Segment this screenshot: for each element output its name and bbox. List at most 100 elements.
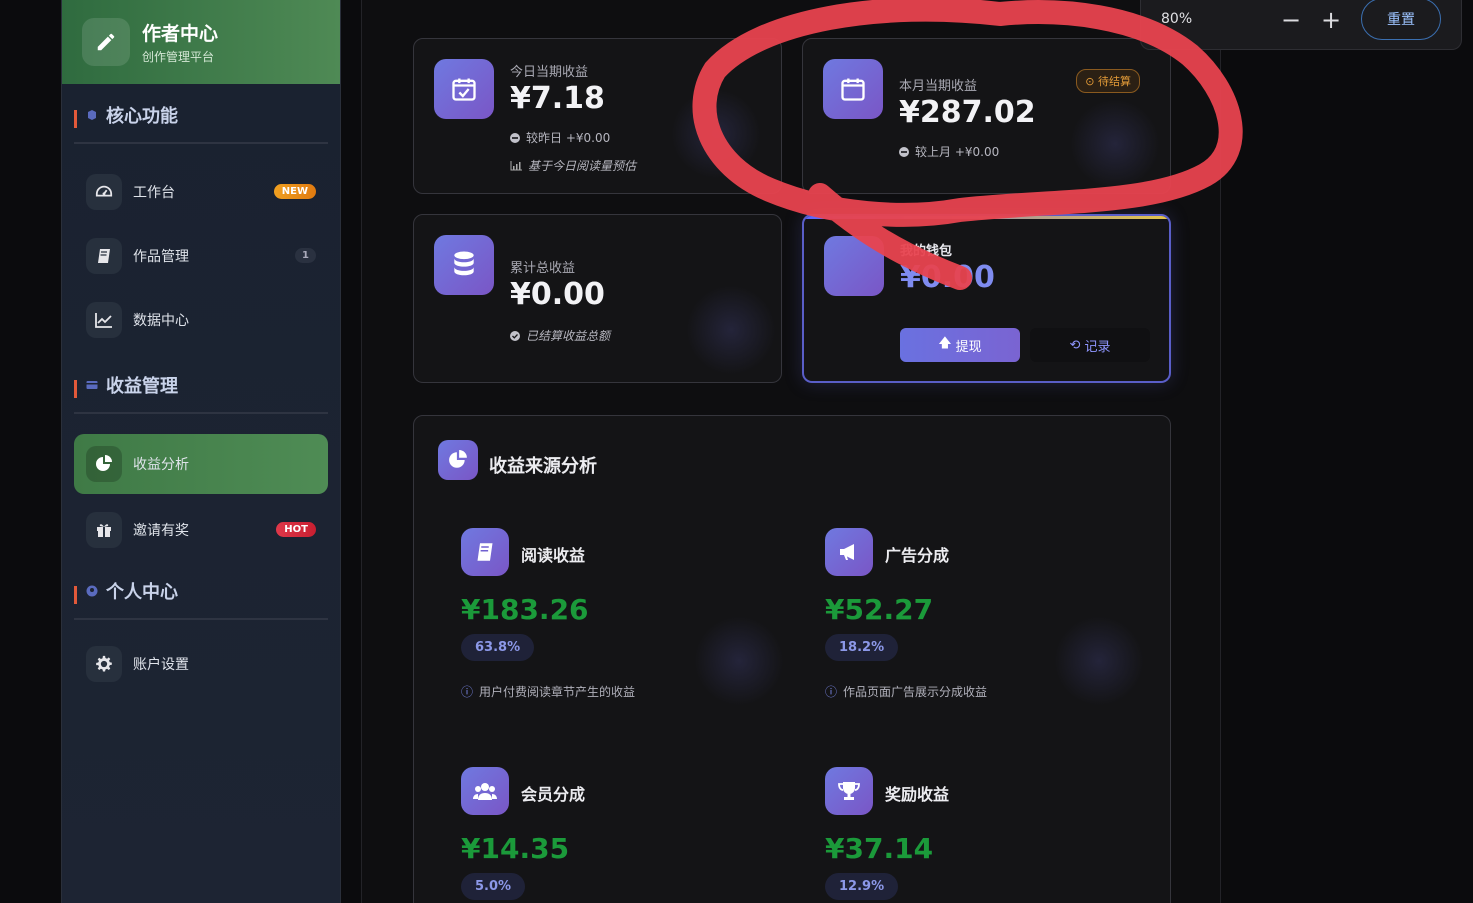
sidebar-item-invite[interactable]: 邀请有奖 HOT — [74, 502, 328, 558]
total-note: 已结算收益总额 — [510, 327, 610, 344]
book-icon — [86, 238, 122, 274]
source-percent: 5.0% — [461, 873, 526, 900]
sidebar-item-label: 账户设置 — [133, 657, 189, 673]
history-icon: ⟲ — [1069, 337, 1081, 353]
source-desc-text: 用户付费阅读章节产生的收益 — [479, 685, 636, 699]
calendar-icon — [823, 59, 883, 119]
reset-button[interactable]: 重置 — [1361, 0, 1441, 40]
source-name: 奖励收益 — [885, 785, 950, 804]
total-label: 累计总收益 — [510, 261, 576, 276]
sidebar-item-label: 工作台 — [133, 185, 175, 201]
wallet-value: ¥0.00 — [900, 260, 995, 295]
wallet-card: 我的钱包 ¥0.00 🡅 提现 ⟲ 记录 — [802, 214, 1171, 383]
source-name: 会员分成 — [521, 785, 586, 804]
today-label: 今日当期收益 — [510, 65, 589, 80]
month-value: ¥287.02 — [899, 95, 1036, 130]
source-name: 广告分成 — [885, 546, 950, 565]
pending-text: 待结算 — [1098, 75, 1131, 88]
gift-icon — [86, 512, 122, 548]
bar-chart-icon — [510, 160, 522, 170]
source-percent: 63.8% — [461, 634, 535, 661]
section-bar — [74, 380, 77, 398]
sidebar-item-data[interactable]: 数据中心 — [74, 292, 328, 348]
wallet-top-accent — [804, 216, 1169, 219]
today-note-text: 基于今日阅读量预估 — [528, 159, 637, 173]
sidebar-item-works[interactable]: 作品管理 1 — [74, 228, 328, 284]
check-circle-icon — [510, 330, 520, 341]
sidebar-item-label: 数据中心 — [133, 313, 189, 329]
sidebar-item-dashboard[interactable]: 工作台 NEW — [74, 164, 328, 220]
withdraw-label: 提现 — [955, 339, 982, 355]
new-badge: NEW — [273, 184, 316, 199]
today-note: 基于今日阅读量预估 — [510, 157, 636, 174]
minus-circle-icon — [510, 132, 520, 143]
gauge-icon — [86, 174, 122, 210]
today-value: ¥7.18 — [510, 81, 605, 116]
user-circle-icon — [86, 585, 98, 597]
zoom-in-button[interactable]: + — [1321, 6, 1341, 34]
section-bar — [74, 586, 77, 604]
today-compare: 较昨日 +¥0.00 — [510, 129, 610, 146]
users-icon — [461, 767, 509, 815]
total-note-text: 已结算收益总额 — [526, 329, 611, 343]
book-icon — [461, 528, 509, 576]
today-revenue-card: 今日当期收益 ¥7.18 较昨日 +¥0.00 基于今日阅读量预估 — [413, 38, 782, 194]
today-compare-text: 较昨日 +¥0.00 — [526, 131, 611, 145]
gear-icon — [86, 646, 122, 682]
info-icon: ⓘ — [825, 685, 838, 699]
section-title: 核心功能 — [106, 106, 178, 127]
calendar-check-icon — [434, 59, 494, 119]
month-label: 本月当期收益 — [899, 79, 978, 94]
section-title: 收益管理 — [106, 376, 178, 397]
month-compare-text: 较上月 +¥0.00 — [915, 145, 1000, 159]
source-value: ¥14.35 — [461, 832, 570, 865]
chart-line-icon — [86, 302, 122, 338]
month-compare: 较上月 +¥0.00 — [899, 143, 999, 160]
revenue-sources-card: 收益来源分析 阅读收益 ¥183.26 63.8% ⓘ 用户付费阅读章节产生的收… — [413, 415, 1171, 903]
brand-subtitle: 创作管理平台 — [142, 50, 215, 64]
wallet-icon — [824, 236, 884, 296]
records-label: 记录 — [1084, 339, 1111, 355]
hot-badge: HOT — [276, 522, 316, 537]
arrow-up-icon: 🡅 — [938, 336, 952, 351]
zoom-out-button[interactable]: − — [1281, 6, 1301, 34]
section-core: 核心功能 — [74, 88, 328, 144]
pie-chart-icon — [438, 440, 478, 480]
pencil-icon — [82, 18, 130, 66]
megaphone-icon — [825, 528, 873, 576]
total-value: ¥0.00 — [510, 277, 605, 312]
source-value: ¥183.26 — [461, 593, 589, 626]
sidebar-item-label: 收益分析 — [133, 457, 189, 473]
source-value: ¥52.27 — [825, 593, 934, 626]
brand-title: 作者中心 — [142, 23, 219, 45]
source-desc: ⓘ 用户付费阅读章节产生的收益 — [461, 683, 635, 700]
source-name: 阅读收益 — [521, 546, 586, 565]
sidebar: 作者中心 创作管理平台 核心功能 工作台 NEW 作品管理 1 数据中心 收益管… — [61, 0, 341, 903]
sidebar-item-settings[interactable]: 账户设置 — [74, 636, 328, 692]
brand-header[interactable]: 作者中心 创作管理平台 — [62, 0, 340, 84]
count-badge: 1 — [295, 248, 316, 263]
main-content: 今日当期收益 ¥7.18 较昨日 +¥0.00 基于今日阅读量预估 本月当期收益… — [361, 0, 1221, 903]
pending-badge: ⊙ 待结算 — [1076, 69, 1140, 93]
trophy-icon — [825, 767, 873, 815]
section-bar — [74, 110, 77, 128]
minus-circle-icon — [899, 146, 909, 157]
credit-card-icon — [86, 381, 98, 389]
sidebar-item-revenue-analysis[interactable]: 收益分析 — [74, 434, 328, 494]
source-desc-text: 作品页面广告展示分成收益 — [843, 685, 988, 699]
info-icon: ⓘ — [461, 685, 474, 699]
zoom-level: 80% — [1161, 11, 1193, 27]
wallet-label: 我的钱包 — [900, 244, 953, 259]
source-desc: ⓘ 作品页面广告展示分成收益 — [825, 683, 987, 700]
sources-title: 收益来源分析 — [489, 456, 597, 477]
withdraw-button[interactable]: 🡅 提现 — [900, 328, 1020, 362]
database-icon — [434, 235, 494, 295]
total-revenue-card: 累计总收益 ¥0.00 已结算收益总额 — [413, 214, 782, 383]
source-value: ¥37.14 — [825, 832, 934, 865]
section-revenue: 收益管理 — [74, 358, 328, 414]
section-title: 个人中心 — [106, 582, 178, 603]
month-revenue-card: 本月当期收益 ¥287.02 ⊙ 待结算 较上月 +¥0.00 — [802, 38, 1171, 194]
section-personal: 个人中心 — [74, 564, 328, 620]
sidebar-item-label: 邀请有奖 — [133, 523, 189, 539]
records-button[interactable]: ⟲ 记录 — [1030, 328, 1150, 362]
